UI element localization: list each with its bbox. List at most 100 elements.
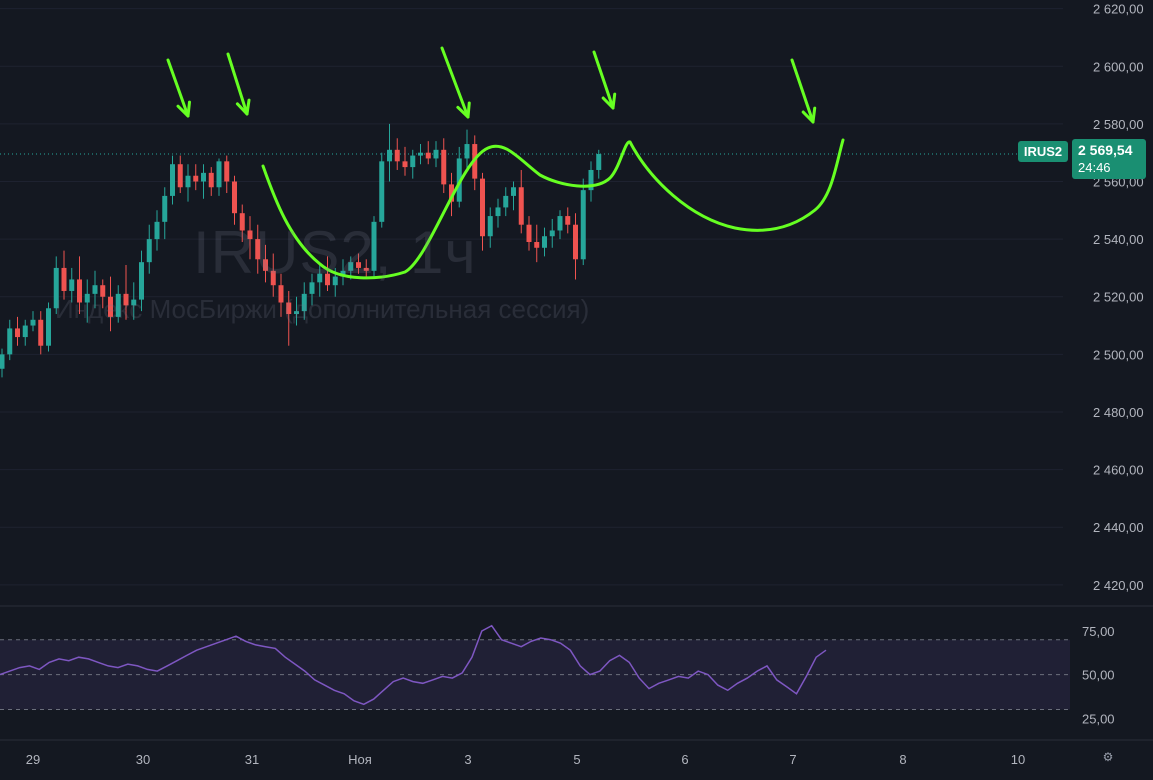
candle-body <box>573 224 578 260</box>
candle-body <box>402 161 408 168</box>
candle <box>371 216 377 277</box>
candle <box>580 178 586 266</box>
candle-body <box>247 230 253 240</box>
time-tick-label: 29 <box>26 752 40 767</box>
candle-body <box>518 187 524 225</box>
candle-body <box>201 172 206 182</box>
candle-body <box>441 149 447 185</box>
bar-countdown: 24:46 <box>1078 160 1111 175</box>
candle-body <box>325 273 330 286</box>
candle-body <box>549 230 555 237</box>
candle-body <box>46 308 51 346</box>
candle-body <box>100 285 106 297</box>
candle-body <box>0 354 5 369</box>
candle-body <box>61 267 67 291</box>
price-tick-label: 2 420,00 <box>1093 578 1144 593</box>
price-tick-label: 2 540,00 <box>1093 232 1144 247</box>
candle-body <box>464 144 470 159</box>
candle-body <box>263 259 268 271</box>
time-tick-label: 3 <box>464 752 471 767</box>
time-tick-label: 31 <box>245 752 259 767</box>
candle-body <box>425 152 431 159</box>
chart-canvas[interactable]: 2 620,002 600,002 580,002 560,002 540,00… <box>0 0 1153 780</box>
candle-body <box>108 296 113 317</box>
candle-body <box>596 154 602 170</box>
candle-body <box>348 262 354 271</box>
price-tick-label: 2 480,00 <box>1093 405 1144 420</box>
candle-body <box>84 293 90 303</box>
candle-body <box>317 273 323 283</box>
time-tick-label: 10 <box>1011 752 1025 767</box>
time-tick-label: Ноя <box>348 752 372 767</box>
candle-body <box>480 178 485 237</box>
time-tick-label: 5 <box>573 752 580 767</box>
candle-body <box>154 221 160 240</box>
candle-body <box>22 325 28 338</box>
candle-body <box>92 285 98 294</box>
candle-body <box>185 175 191 188</box>
candle-body <box>309 282 315 294</box>
candle-body <box>7 328 13 355</box>
candle-body <box>363 267 369 271</box>
time-tick-label: 30 <box>136 752 150 767</box>
candle-body <box>495 207 501 217</box>
candle-body <box>371 221 377 271</box>
candle-body <box>115 293 121 317</box>
candle-body <box>526 224 532 242</box>
price-tick-label: 2 440,00 <box>1093 520 1144 535</box>
ticker-tag: IRUS2 <box>1018 141 1068 162</box>
price-tick-label: 2 520,00 <box>1093 290 1144 305</box>
candle-body <box>286 302 292 315</box>
candle-body <box>177 164 183 188</box>
rsi-tick-label: 25,00 <box>1082 711 1115 726</box>
price-tick-label: 2 580,00 <box>1093 117 1144 132</box>
time-tick-label: 8 <box>899 752 906 767</box>
candle-body <box>193 175 199 182</box>
price-tick-label: 2 620,00 <box>1093 2 1144 17</box>
candle-body <box>534 242 540 248</box>
candle-body <box>239 213 245 231</box>
candle-body <box>255 239 261 260</box>
candle-body <box>387 149 392 162</box>
time-tick-label: 6 <box>681 752 688 767</box>
candle-body <box>15 328 20 338</box>
candle <box>46 302 51 352</box>
candle-body <box>503 195 509 208</box>
candle-body <box>394 149 400 162</box>
candle-body <box>123 293 129 306</box>
time-tick-label: 7 <box>789 752 796 767</box>
candle-body <box>580 190 586 260</box>
candle-body <box>77 279 82 303</box>
rsi-tick-label: 50,00 <box>1082 668 1115 683</box>
gear-icon[interactable]: ⚙ <box>1101 750 1115 764</box>
candle-body <box>511 187 516 196</box>
candle-body <box>433 149 439 159</box>
candle-body <box>418 152 423 156</box>
candle-body <box>270 270 276 286</box>
candle-body <box>379 161 385 222</box>
candle-body <box>139 262 144 300</box>
candle-body <box>278 285 284 303</box>
candle <box>379 152 385 228</box>
price-tick-label: 2 600,00 <box>1093 59 1144 74</box>
candle-body <box>162 195 168 222</box>
candle-body <box>208 172 214 188</box>
candle-body <box>410 155 416 168</box>
candle-body <box>170 164 175 196</box>
candle-body <box>53 267 59 309</box>
candle-body <box>356 262 361 268</box>
candle-body <box>301 293 307 312</box>
last-price-value: 2 569,54 <box>1078 142 1133 158</box>
candle-body <box>216 161 222 188</box>
candle-body <box>146 239 152 263</box>
last-price-tag: 2 569,54 24:46 <box>1072 139 1146 179</box>
price-tick-label: 2 460,00 <box>1093 463 1144 478</box>
candle-body <box>131 299 137 306</box>
candle-body <box>557 216 563 231</box>
candle-body <box>232 181 237 214</box>
candle-body <box>565 216 571 225</box>
candle-body <box>224 161 230 182</box>
candle-body <box>487 216 493 237</box>
price-tick-label: 2 500,00 <box>1093 347 1144 362</box>
rsi-tick-label: 75,00 <box>1082 624 1115 639</box>
